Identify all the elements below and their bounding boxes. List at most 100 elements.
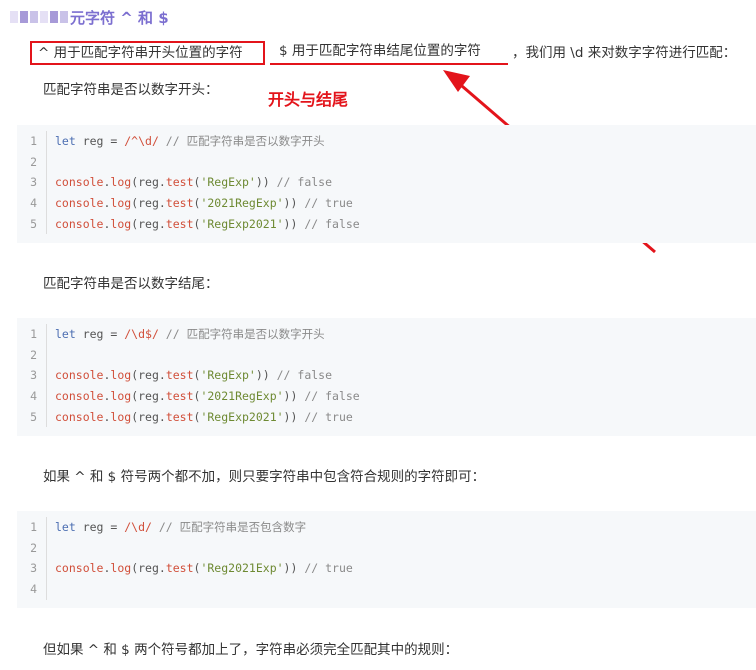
code-token: 'RegExp' <box>200 175 256 190</box>
code-token: console <box>55 196 104 211</box>
code-token: // false <box>269 175 333 190</box>
line-number: 2 <box>17 151 47 173</box>
code-line: 3 console. log (reg. test('RegExp')) // fals… <box>17 172 756 194</box>
code-token: ( <box>193 389 201 404</box>
code-token: console <box>55 389 104 404</box>
code-token: 'Reg2021Exp' <box>200 561 284 576</box>
code-line: 4 <box>17 579 756 600</box>
code-token: (reg. <box>131 389 166 404</box>
code-line: 2 <box>17 537 756 559</box>
code-token: test <box>165 389 194 404</box>
code-token: // false <box>297 389 360 404</box>
code-token: 'RegExp' <box>200 368 256 383</box>
code-token: let <box>55 520 76 534</box>
code-token: ( <box>193 368 201 383</box>
caret-explanation-highlight: ^ 用于匹配字符串开头位置的字符 <box>30 41 265 65</box>
code-token: test <box>165 196 194 211</box>
code-token: ( <box>193 175 201 190</box>
section-heading-text: 元字符 ^ 和 $ <box>70 8 169 27</box>
code-token: // 匹配字符串是否以数字开头 <box>158 327 325 341</box>
code-line: 1 let reg = /\d$/ // 匹配字符串是否以数字开头 <box>17 324 756 345</box>
code-block-3: 1 let reg = /\d/ // 匹配字符串是否包含数字 2 3 console.… <box>17 511 756 608</box>
code-token: let <box>55 134 76 148</box>
dollar-explanation-text: $ 用于匹配字符串结尾位置的字符 <box>279 43 481 59</box>
code-token: )) <box>283 561 298 576</box>
code-line: 2 <box>17 344 756 366</box>
code-token: console <box>55 561 104 576</box>
code-token: '2021RegExp' <box>200 389 284 404</box>
line-number: 1 <box>17 324 47 345</box>
line-number: 3 <box>17 172 47 194</box>
code-token: test <box>165 216 194 231</box>
code-token: ( <box>193 561 201 576</box>
code-token: . <box>103 216 111 231</box>
code-token: (reg. <box>131 175 166 190</box>
code-token: )) <box>283 216 298 231</box>
code-token: (reg. <box>131 561 166 576</box>
line-number: 2 <box>17 344 47 366</box>
code-token: // 匹配字符串是否包含数字 <box>151 520 307 534</box>
code-block-1: 1 let reg = /^\d/ // 匹配字符串是否以数字开头 2 3 consol… <box>17 125 756 243</box>
code-token: 'RegExp2021' <box>200 216 284 231</box>
line-number: 5 <box>17 406 47 428</box>
code-token: // true <box>297 196 353 211</box>
code-token: . <box>103 409 111 424</box>
code-token: log <box>110 368 132 383</box>
line-number: 4 <box>17 386 47 407</box>
section-heading: 元字符 ^ 和 $ <box>10 4 169 30</box>
line-number: 4 <box>17 579 47 600</box>
section-label-2: 匹配字符串是否以数字结尾： <box>43 276 219 292</box>
dollar-explanation-underline: $ 用于匹配字符串结尾位置的字符 <box>270 41 508 65</box>
code-block-2: 1 let reg = /\d$/ // 匹配字符串是否以数字开头 2 3 consol… <box>17 318 756 436</box>
code-token: )) <box>255 368 270 383</box>
blurred-title-prefix <box>10 11 68 23</box>
code-token: // true <box>297 409 353 424</box>
code-token: /\d$/ <box>124 327 159 341</box>
code-token: reg = <box>75 134 125 148</box>
code-token: console <box>55 409 104 424</box>
code-token: log <box>110 196 132 211</box>
caret-explanation-text: ^ 用于匹配字符串开头位置的字符 <box>38 45 243 61</box>
code-line: 4 console. log (reg. test('2021RegExp')) // … <box>17 193 756 214</box>
code-token: ( <box>193 409 201 424</box>
code-token: let <box>55 327 76 341</box>
line-number: 1 <box>17 517 47 538</box>
line-number: 4 <box>17 193 47 214</box>
code-token: console <box>55 368 104 383</box>
code-token: // 匹配字符串是否以数字开头 <box>158 134 325 148</box>
code-token: log <box>110 409 132 424</box>
code-token: ( <box>193 196 201 211</box>
line-number: 3 <box>17 365 47 387</box>
code-token: 'RegExp2021' <box>200 409 284 424</box>
code-line: 2 <box>17 151 756 173</box>
code-token: // false <box>297 216 360 231</box>
code-token: log <box>110 389 132 404</box>
code-token: . <box>103 368 111 383</box>
line-number: 3 <box>17 558 47 580</box>
code-token: reg = <box>75 327 125 341</box>
code-token: )) <box>283 409 298 424</box>
code-token: )) <box>255 175 270 190</box>
annotation-label: 开头与结尾 <box>268 90 349 109</box>
code-token: . <box>103 389 111 404</box>
code-token: test <box>165 368 194 383</box>
code-token: ( <box>193 216 201 231</box>
code-token: reg = <box>75 520 125 534</box>
closing-text: 但如果 ^ 和 $ 两个符号都加上了，字符串必须完全匹配其中的规则： <box>43 642 459 658</box>
code-token: . <box>103 175 111 190</box>
code-line: 1 let reg = /^\d/ // 匹配字符串是否以数字开头 <box>17 131 756 152</box>
code-token: '2021RegExp' <box>200 196 284 211</box>
code-token: test <box>165 561 194 576</box>
code-token: test <box>165 409 194 424</box>
code-token: // false <box>269 368 333 383</box>
code-token: )) <box>283 196 298 211</box>
code-token: log <box>110 216 132 231</box>
code-token: (reg. <box>131 196 166 211</box>
code-token: (reg. <box>131 368 166 383</box>
line-number: 1 <box>17 131 47 152</box>
section-label-1: 匹配字符串是否以数字开头： <box>43 82 219 98</box>
code-line: 5 console. log (reg. test('RegExp2021')) // … <box>17 406 756 428</box>
code-token: . <box>103 561 111 576</box>
code-line: 1 let reg = /\d/ // 匹配字符串是否包含数字 <box>17 517 756 538</box>
line-number: 2 <box>17 537 47 559</box>
